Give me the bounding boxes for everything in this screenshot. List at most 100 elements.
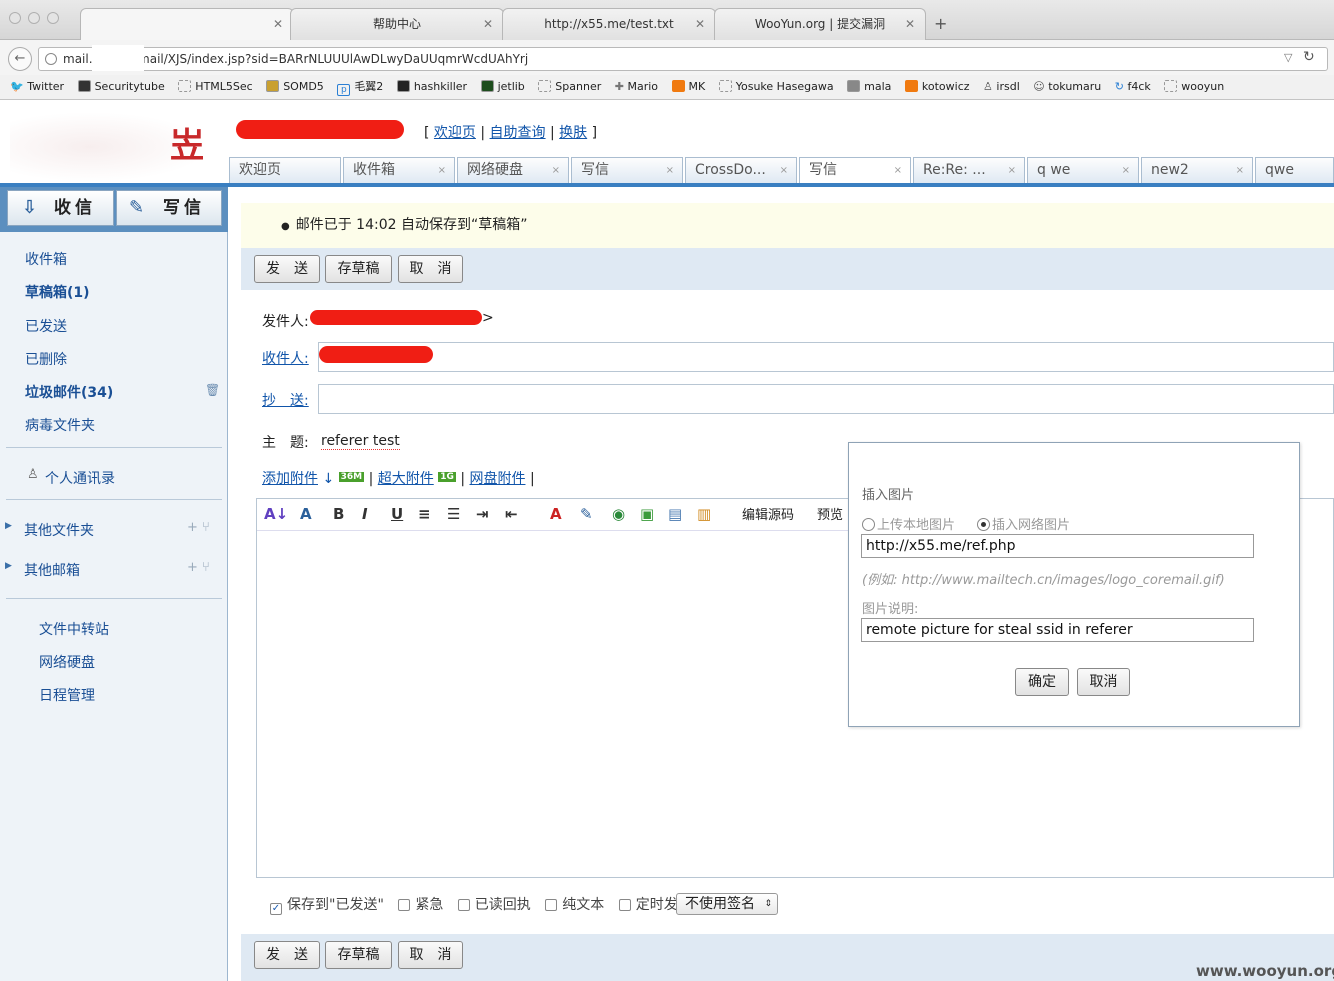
- folder-spam[interactable]: 垃圾邮件(34): [25, 382, 113, 402]
- bookmark-maoyi2[interactable]: p 毛翼2: [337, 75, 383, 99]
- checkbox-checked[interactable]: ✓: [270, 903, 282, 915]
- mail-tab-welcome[interactable]: 欢迎页: [229, 157, 341, 183]
- url-input[interactable]: mail.: n/coremail/XJS/index.jsp?sid=BARr…: [38, 47, 1328, 71]
- to-input[interactable]: [318, 342, 1334, 372]
- plain-text-option[interactable]: 纯文本: [545, 897, 604, 913]
- new-tab-button[interactable]: +: [934, 14, 947, 33]
- close-tab-icon[interactable]: ✕: [273, 9, 283, 39]
- insert-web-option[interactable]: 插入网络图片: [977, 514, 1070, 533]
- bookmark-f4ck[interactable]: ↻ f4ck: [1115, 75, 1151, 99]
- close-tab-icon[interactable]: ×: [780, 158, 788, 183]
- add-attachment-link[interactable]: 添加附件: [262, 471, 318, 487]
- receive-button[interactable]: ⇩ 收信: [7, 190, 114, 226]
- preview-button[interactable]: 预览: [817, 504, 843, 523]
- folder-virus[interactable]: 病毒文件夹: [25, 415, 95, 435]
- trash-icon[interactable]: 🗑: [205, 383, 220, 397]
- cancel-button-bottom[interactable]: 取 消: [398, 941, 463, 969]
- dialog-cancel-button[interactable]: 取消: [1077, 668, 1130, 696]
- save-to-sent-option[interactable]: ✓ 保存到"已发送": [270, 897, 384, 915]
- radio-local[interactable]: [862, 518, 875, 531]
- save-draft-button-bottom[interactable]: 存草稿: [325, 941, 392, 969]
- bookmark-securitytube[interactable]: Securitytube: [77, 75, 165, 99]
- folder-deleted[interactable]: 已删除: [25, 349, 67, 369]
- mail-tab-netdisk[interactable]: 网络硬盘 ×: [457, 157, 569, 183]
- bookmark-spanner[interactable]: Spanner: [538, 75, 601, 99]
- browser-tab-test[interactable]: http://x55.me/test.txt ✕: [502, 8, 716, 40]
- upload-local-option[interactable]: 上传本地图片: [862, 514, 955, 533]
- change-skin-link[interactable]: 换肤: [559, 125, 587, 141]
- cc-input[interactable]: [318, 384, 1334, 414]
- urgent-option[interactable]: 紧急: [398, 897, 443, 913]
- close-tab-icon[interactable]: ✕: [695, 9, 705, 39]
- bookmark-wooyun[interactable]: wooyun: [1164, 75, 1224, 99]
- checkbox[interactable]: [545, 899, 558, 911]
- font-family-icon[interactable]: A↓: [264, 505, 288, 523]
- dialog-ok-button[interactable]: 确定: [1015, 668, 1069, 696]
- link-globe-icon[interactable]: ◉: [612, 505, 625, 523]
- read-receipt-option[interactable]: 已读回执: [457, 897, 531, 913]
- bookmark-somd5[interactable]: SOMD5: [266, 75, 324, 99]
- underline-icon[interactable]: U: [391, 505, 403, 523]
- reload-icon[interactable]: ↻: [1303, 49, 1315, 65]
- signature-select[interactable]: 不使用签名 ⇕: [676, 893, 778, 915]
- contacts-link[interactable]: 个人通讯录: [45, 468, 115, 488]
- large-attachment-link[interactable]: 超大附件: [378, 471, 434, 487]
- highlight-icon[interactable]: ✎: [580, 505, 593, 523]
- other-mailboxes[interactable]: 其他邮箱: [24, 560, 80, 580]
- outdent-icon[interactable]: ⇤: [505, 505, 518, 523]
- insert-image-icon[interactable]: ▤: [668, 505, 682, 523]
- close-tab-icon[interactable]: ✕: [483, 9, 493, 39]
- add-folder-icon[interactable]: + ⑂: [187, 520, 210, 535]
- insert-table-icon[interactable]: ▥: [697, 505, 711, 523]
- italic-icon[interactable]: I: [362, 505, 368, 523]
- bold-icon[interactable]: B: [333, 505, 344, 523]
- file-transfer-link[interactable]: 文件中转站: [39, 619, 109, 639]
- checkbox[interactable]: [618, 899, 631, 911]
- self-service-link[interactable]: 自助查询: [490, 125, 546, 141]
- close-tab-icon[interactable]: ×: [438, 158, 446, 183]
- bookmark-html5sec[interactable]: HTML5Sec: [178, 75, 253, 99]
- bookmark-yosuke[interactable]: Yosuke Hasegawa: [718, 75, 834, 99]
- save-draft-button[interactable]: 存草稿: [325, 255, 392, 283]
- netdisk-attachment-link[interactable]: 网盘附件: [469, 471, 525, 487]
- close-tab-icon[interactable]: ×: [1008, 158, 1016, 183]
- close-tab-icon[interactable]: ×: [1122, 158, 1130, 183]
- bookmark-mario[interactable]: ✚ Mario: [615, 75, 658, 99]
- radio-web[interactable]: [977, 518, 990, 531]
- folder-drafts[interactable]: 草稿箱(1): [25, 282, 90, 302]
- mail-tab-qwe2[interactable]: qwe: [1255, 157, 1334, 183]
- bookmark-mala[interactable]: mala: [847, 75, 891, 99]
- other-folders[interactable]: 其他文件夹: [24, 520, 94, 540]
- netdisk-link[interactable]: 网络硬盘: [39, 652, 95, 672]
- to-label[interactable]: 收件人:: [262, 348, 309, 368]
- compose-button[interactable]: ✎ 写信: [116, 190, 222, 226]
- minimize-window-icon[interactable]: [28, 12, 40, 24]
- cc-label[interactable]: 抄 送:: [262, 390, 309, 410]
- bookmark-twitter[interactable]: 🐦 Twitter: [10, 75, 64, 99]
- mail-tab-qwe1[interactable]: q we ×: [1027, 157, 1139, 183]
- close-tab-icon[interactable]: ×: [552, 158, 560, 183]
- align-icon[interactable]: ≡: [418, 505, 431, 523]
- list-icon[interactable]: ☰: [447, 505, 460, 523]
- close-tab-icon[interactable]: ×: [666, 158, 674, 183]
- folder-inbox[interactable]: 收件箱: [25, 249, 67, 269]
- cancel-button[interactable]: 取 消: [398, 255, 463, 283]
- indent-icon[interactable]: ⇥: [476, 505, 489, 523]
- mail-tab-new2[interactable]: new2 ×: [1141, 157, 1253, 183]
- send-button[interactable]: 发 送: [254, 255, 320, 283]
- browser-tab-mail[interactable]: ✕: [80, 8, 294, 41]
- calendar-link[interactable]: 日程管理: [39, 685, 95, 705]
- edit-source-button[interactable]: 编辑源码: [742, 504, 794, 523]
- bookmark-kotowicz[interactable]: kotowicz: [904, 75, 970, 99]
- expand-arrow-icon[interactable]: ▶: [5, 521, 12, 531]
- zoom-window-icon[interactable]: [47, 12, 59, 24]
- welcome-link[interactable]: 欢迎页: [434, 125, 476, 141]
- bookmark-hashkiller[interactable]: hashkiller: [396, 75, 467, 99]
- bookmark-irsdl[interactable]: ♙ irsdl: [983, 75, 1020, 99]
- add-mailbox-icon[interactable]: + ⑂: [187, 560, 210, 575]
- image-upload-icon[interactable]: ▣: [640, 505, 654, 523]
- close-window-icon[interactable]: [9, 12, 21, 24]
- font-size-icon[interactable]: A: [300, 505, 312, 523]
- close-tab-icon[interactable]: ✕: [905, 9, 915, 39]
- mail-tab-inbox[interactable]: 收件箱 ×: [343, 157, 455, 183]
